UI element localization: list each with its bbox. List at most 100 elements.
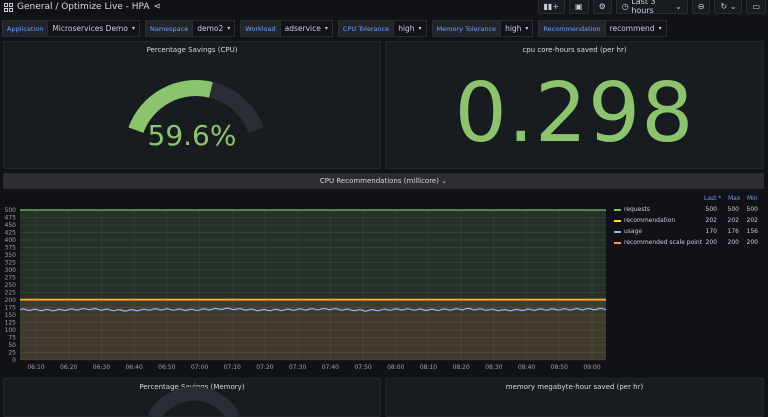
legend-min: 156 [746, 228, 758, 235]
zoom-out-icon[interactable]: ⊖ [691, 0, 711, 14]
var-value: adservice [284, 24, 321, 33]
x-tick-label: 06:50 [158, 364, 175, 371]
var-select-workload[interactable]: adservice ▾ [280, 20, 333, 37]
legend-header-min[interactable]: Min [747, 195, 758, 202]
legend-swatch [614, 242, 621, 244]
toolbar: ▮▮+ ▣ ⚙ ◷ Last 3 hours ⌄ ⊖ ↻ ⌄ ▭ [537, 0, 766, 15]
var-select-recommendation[interactable]: recommend ▾ [605, 20, 667, 37]
legend-header-last[interactable]: Last * [704, 195, 721, 202]
legend-min: 500 [746, 206, 758, 213]
row-header-cpu-recommendations[interactable]: CPU Recommendations (millicore) ⌄ [3, 173, 764, 189]
var-label-recommendation: Recommendation [538, 20, 606, 37]
y-tick-label: 250 [5, 282, 17, 289]
x-tick-label: 08:00 [387, 364, 404, 371]
legend-item-usage[interactable]: usage 170 176 156 [612, 227, 762, 238]
x-tick-label: 06:30 [93, 364, 110, 371]
stat-value: 0.298 [454, 66, 695, 161]
x-tick-label: 06:10 [27, 364, 44, 371]
x-tick-label: 08:30 [485, 364, 502, 371]
breadcrumb[interactable]: General / Optimize Live - HPA [17, 2, 150, 12]
x-tick-label: 07:40 [322, 364, 339, 371]
legend-min: 200 [746, 239, 758, 246]
legend-swatch [614, 231, 621, 233]
gauge-value: 59.6% [147, 119, 237, 152]
cpu-savings-gauge-panel[interactable]: Percentage Savings (CPU) 59.6% [3, 41, 381, 169]
legend-max: 202 [727, 217, 739, 224]
x-tick-label: 07:30 [289, 364, 306, 371]
x-tick-label: 08:10 [420, 364, 437, 371]
legend-last: 202 [705, 217, 717, 224]
var-value: Microservices Demo [52, 24, 128, 33]
x-tick-label: 07:00 [191, 364, 208, 371]
legend-last: 500 [705, 206, 717, 213]
memory-hours-stat-panel[interactable]: memory megabyte-hour saved (per hr) [385, 378, 764, 417]
y-tick-label: 175 [5, 305, 17, 312]
legend-last: 170 [705, 228, 717, 235]
x-tick-label: 06:20 [60, 364, 77, 371]
legend-item-requests[interactable]: requests 500 500 500 [612, 205, 762, 216]
chevron-down-icon: ▾ [324, 25, 328, 32]
var-select-application[interactable]: Microservices Demo ▾ [48, 20, 140, 37]
panel-title: memory megabyte-hour saved (per hr) [505, 383, 644, 391]
x-tick-label: 08:40 [518, 364, 535, 371]
add-panel-button[interactable]: ▮▮+ [537, 0, 566, 14]
y-tick-label: 375 [5, 245, 17, 252]
tv-mode-icon[interactable]: ▭ [746, 0, 766, 14]
x-tick-label: 08:50 [551, 364, 568, 371]
var-label-application: Application [2, 20, 49, 37]
x-tick-label: 09:00 [583, 364, 600, 371]
legend-item-recommendation[interactable]: recommendation 202 202 202 [612, 216, 762, 227]
var-select-namespace[interactable]: demo2 ▾ [193, 20, 236, 37]
settings-gear-icon[interactable]: ⚙ [592, 0, 612, 14]
y-tick-label: 350 [5, 252, 17, 259]
var-select-memory-tolerance[interactable]: high ▾ [501, 20, 534, 37]
time-range-picker[interactable]: ◷ Last 3 hours ⌄ [615, 0, 688, 15]
chevron-down-icon: ▾ [525, 25, 529, 32]
share-icon[interactable]: ⋖ [154, 2, 162, 12]
x-tick-label: 07:50 [354, 364, 371, 371]
refresh-icon[interactable]: ↻ ⌄ [714, 0, 743, 14]
chevron-down-icon: ▾ [658, 25, 662, 32]
var-value: high [398, 24, 415, 33]
x-tick-label: 06:40 [125, 364, 142, 371]
y-tick-label: 75 [8, 335, 16, 342]
chevron-down-icon: ▾ [131, 25, 135, 32]
var-label-workload: Workload [240, 20, 281, 37]
legend-label: usage [624, 228, 643, 235]
apps-grid-icon[interactable] [4, 2, 13, 12]
save-dashboard-icon[interactable]: ▣ [569, 0, 589, 14]
y-tick-label: 450 [5, 222, 17, 229]
panel-title: cpu core-hours saved (per hr) [522, 46, 627, 54]
memory-gauge-track [147, 386, 241, 417]
legend-max: 200 [727, 239, 739, 246]
legend-min: 202 [746, 217, 758, 224]
y-tick-label: 100 [5, 327, 17, 334]
chevron-down-icon: ▾ [418, 25, 422, 32]
var-label-namespace: Namespace [144, 20, 194, 37]
legend-header-max[interactable]: Max [728, 195, 740, 202]
legend-item-recommended-scale-point[interactable]: recommended scale point 200 200 200 [612, 238, 762, 249]
time-range-label: Last 3 hours [631, 0, 656, 15]
var-label-cpu-tolerance: CPU Tolerance [337, 20, 395, 37]
y-tick-label: 425 [5, 230, 17, 237]
var-select-cpu-tolerance[interactable]: high ▾ [394, 20, 427, 37]
variables-bar: Application Microservices Demo ▾ Namespac… [2, 20, 672, 37]
legend-label: requests [624, 206, 650, 213]
memory-savings-gauge-panel[interactable]: Percentage Savings (Memory) [3, 378, 381, 417]
legend-swatch [614, 220, 621, 222]
y-tick-label: 500 [5, 207, 17, 214]
y-tick-label: 475 [5, 215, 17, 222]
y-tick-label: 400 [5, 237, 17, 244]
x-tick-label: 07:20 [256, 364, 273, 371]
y-tick-label: 150 [5, 312, 17, 319]
y-tick-label: 25 [8, 350, 16, 357]
chevron-down-icon: ▾ [227, 25, 231, 32]
legend-label: recommended scale point [624, 239, 703, 246]
y-tick-label: 200 [5, 297, 17, 304]
y-tick-label: 125 [5, 320, 17, 327]
memory-gauge-svg [147, 386, 241, 417]
cpu-hours-stat-panel[interactable]: cpu core-hours saved (per hr) 0.298 [385, 41, 764, 169]
y-tick-label: 225 [5, 290, 17, 297]
y-tick-label: 50 [8, 342, 16, 349]
top-bar: General / Optimize Live - HPA ⋖ ▮▮+ ▣ ⚙ … [0, 0, 768, 15]
